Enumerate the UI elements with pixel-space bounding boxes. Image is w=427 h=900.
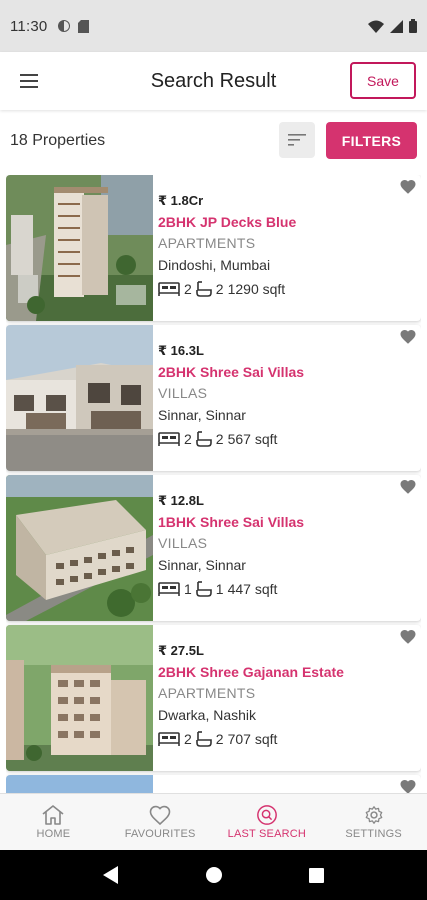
property-specs: 2 2 707 sqft xyxy=(158,731,421,747)
nav-favourites[interactable]: FAVOURITES xyxy=(107,794,214,850)
search-circle-icon xyxy=(256,805,277,825)
nav-label: HOME xyxy=(36,828,71,840)
signal-icon xyxy=(390,19,403,33)
menu-button[interactable] xyxy=(0,52,58,110)
heart-icon xyxy=(149,805,171,826)
beds-count: 2 xyxy=(184,431,192,447)
property-location: Dindoshi, Mumbai xyxy=(158,257,271,273)
property-location: Dwarka, Nashik xyxy=(158,707,257,723)
property-card[interactable]: ₹ 27.5L 2BHK Shree Gajanan Estate APARTM… xyxy=(6,625,421,771)
favourite-heart-icon[interactable] xyxy=(399,778,417,793)
hamburger-menu-icon xyxy=(20,74,38,88)
nav-last-search[interactable]: LAST SEARCH xyxy=(214,794,321,850)
results-count: 18 Properties xyxy=(10,132,106,149)
property-price: ₹ 12.8L xyxy=(158,493,204,508)
area: 567 sqft xyxy=(227,431,278,447)
favourite-heart-icon[interactable] xyxy=(399,328,417,346)
app-bar: Search Result Save xyxy=(0,52,427,110)
system-navigation-bar xyxy=(0,850,427,900)
property-card[interactable] xyxy=(6,775,421,793)
gear-icon xyxy=(365,806,382,824)
property-info: ₹ 27.5L 2BHK Shree Gajanan Estate APARTM… xyxy=(153,625,421,771)
property-card[interactable]: ₹ 12.8L 1BHK Shree Sai Villas VILLAS Sin… xyxy=(6,475,421,621)
sort-icon xyxy=(288,134,306,146)
bottom-navigation: HOME FAVOURITES LAST SEARCH SETTINGS xyxy=(0,793,427,850)
property-specs: 1 1 447 sqft xyxy=(158,581,421,597)
property-card[interactable]: ₹ 1.8Cr 2BHK JP Decks Blue APARTMENTS Di… xyxy=(6,175,421,321)
battery-icon xyxy=(409,19,417,33)
status-time: 11:30 xyxy=(10,17,48,35)
property-type: VILLAS xyxy=(158,535,208,551)
area: 707 sqft xyxy=(227,731,278,747)
property-info: ₹ 16.3L 2BHK Shree Sai Villas VILLAS Sin… xyxy=(153,325,421,471)
baths-count: 2 xyxy=(215,431,224,447)
system-home-button[interactable] xyxy=(205,867,222,883)
bed-icon xyxy=(158,432,180,446)
property-image xyxy=(6,175,153,321)
property-info: ₹ 1.8Cr 2BHK JP Decks Blue APARTMENTS Di… xyxy=(153,175,421,321)
property-type: APARTMENTS xyxy=(158,685,256,701)
property-price: ₹ 27.5L xyxy=(158,643,204,658)
property-type: VILLAS xyxy=(158,385,208,401)
data-saver-icon xyxy=(58,20,71,32)
nav-settings[interactable]: SETTINGS xyxy=(320,794,427,850)
area: 1290 sqft xyxy=(227,281,286,297)
area: 447 sqft xyxy=(227,581,278,597)
bed-icon xyxy=(158,732,180,746)
beds-count: 2 xyxy=(184,281,192,297)
nav-home[interactable]: HOME xyxy=(0,794,107,850)
nav-label: SETTINGS xyxy=(345,828,402,840)
property-specs: 2 2 567 sqft xyxy=(158,431,421,447)
bath-icon xyxy=(195,581,212,597)
sort-button[interactable] xyxy=(279,122,315,158)
baths-count: 2 xyxy=(215,731,224,747)
baths-count: 2 xyxy=(215,281,224,297)
system-back-button[interactable] xyxy=(103,866,119,884)
bath-icon xyxy=(195,281,212,297)
property-location: Sinnar, Sinnar xyxy=(158,407,246,423)
property-type: APARTMENTS xyxy=(158,235,256,251)
system-recents-button[interactable] xyxy=(308,867,324,883)
bed-icon xyxy=(158,282,180,296)
property-price: ₹ 1.8Cr xyxy=(158,193,204,208)
sd-card-icon xyxy=(78,19,90,33)
property-info xyxy=(153,775,421,793)
home-circle-icon xyxy=(205,867,222,883)
property-name[interactable]: 2BHK Shree Sai Villas xyxy=(158,364,421,385)
bath-icon xyxy=(195,731,212,747)
bed-icon xyxy=(158,582,180,596)
property-image xyxy=(6,475,153,621)
beds-count: 1 xyxy=(184,581,192,597)
property-card[interactable]: ₹ 16.3L 2BHK Shree Sai Villas VILLAS Sin… xyxy=(6,325,421,471)
save-search-button[interactable]: Save xyxy=(350,62,416,99)
property-name[interactable]: 2BHK JP Decks Blue xyxy=(158,214,421,235)
home-icon xyxy=(42,805,64,825)
property-location: Sinnar, Sinnar xyxy=(158,557,246,573)
nav-label: FAVOURITES xyxy=(124,828,196,840)
baths-count: 1 xyxy=(215,581,224,597)
property-image xyxy=(6,625,153,771)
filters-button[interactable]: FILTERS xyxy=(326,122,417,159)
property-name[interactable]: 2BHK Shree Gajanan Estate xyxy=(158,664,421,685)
favourite-heart-icon[interactable] xyxy=(399,478,417,496)
status-notification-icons xyxy=(57,19,90,33)
property-list[interactable]: ₹ 1.8Cr 2BHK JP Decks Blue APARTMENTS Di… xyxy=(6,175,421,793)
property-image xyxy=(6,775,153,793)
back-triangle-icon xyxy=(103,866,119,884)
property-name[interactable]: 1BHK Shree Sai Villas xyxy=(158,514,421,535)
property-image xyxy=(6,325,153,471)
favourite-heart-icon[interactable] xyxy=(399,628,417,646)
property-price: ₹ 16.3L xyxy=(158,343,204,358)
bath-icon xyxy=(195,431,212,447)
wifi-icon xyxy=(368,20,384,33)
favourite-heart-icon[interactable] xyxy=(399,178,417,196)
status-bar: 11:30 xyxy=(0,0,427,52)
property-info: ₹ 12.8L 1BHK Shree Sai Villas VILLAS Sin… xyxy=(153,475,421,621)
beds-count: 2 xyxy=(184,731,192,747)
status-system-icons xyxy=(368,19,417,33)
property-specs: 2 2 1290 sqft xyxy=(158,281,421,297)
nav-label: LAST SEARCH xyxy=(227,828,307,840)
results-toolbar: 18 Properties FILTERS xyxy=(0,112,427,170)
recents-square-icon xyxy=(308,867,324,883)
